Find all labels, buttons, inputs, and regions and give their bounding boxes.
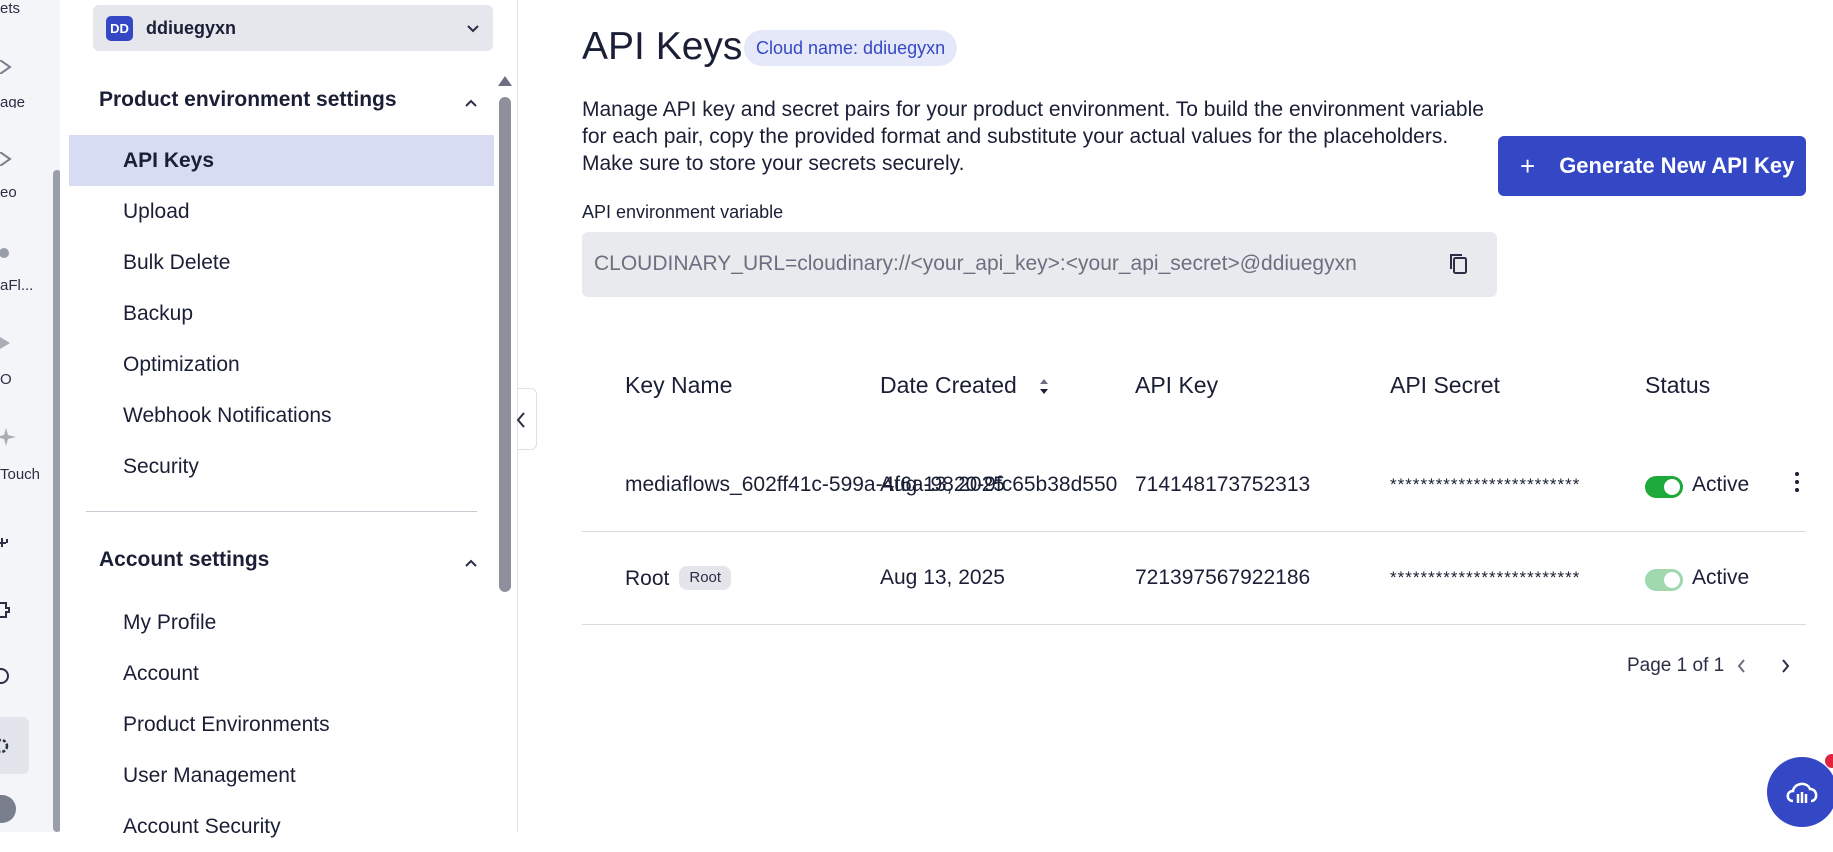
- video-icon: [0, 152, 12, 166]
- main-content: API Keys Cloud name: ddiuegyxn Manage AP…: [519, 0, 1833, 832]
- sidebar-scrollbar-thumb[interactable]: [499, 97, 511, 592]
- column-header-api-key: API Key: [1135, 372, 1219, 398]
- prev-page-icon[interactable]: [1734, 657, 1750, 675]
- chevron-up-icon: [465, 559, 477, 567]
- root-tag: Root: [679, 566, 732, 590]
- help-icon[interactable]: [0, 667, 12, 685]
- column-header-api-secret: API Secret: [1390, 372, 1500, 398]
- api-secret-cell[interactable]: *************************: [1390, 568, 1595, 588]
- nav-item-bulk-delete[interactable]: Bulk Delete: [69, 237, 494, 288]
- environment-selector[interactable]: DD ddiuegyxn: [93, 5, 493, 51]
- cloud-name-badge: Cloud name: ddiuegyxn: [744, 30, 958, 66]
- date-created-cell: Aug 13, 2025: [880, 473, 1005, 496]
- section-title: Account settings: [99, 548, 270, 571]
- rail-item-image[interactable]: age: [0, 58, 52, 108]
- status-toggle[interactable]: [1645, 569, 1683, 591]
- row-divider: [582, 624, 1806, 625]
- rail-item-label: O: [0, 371, 12, 388]
- rail-item-video[interactable]: eo: [0, 150, 52, 200]
- api-secret-cell[interactable]: *************************: [1390, 475, 1595, 495]
- key-name-cell: mediaflows_602ff41c-599a-4f6a-9820-9fc65…: [625, 473, 1118, 496]
- divider: [86, 511, 477, 512]
- nav-item-backup[interactable]: Backup: [69, 288, 494, 339]
- env-var-field[interactable]: CLOUDINARY_URL=cloudinary://<your_api_ke…: [582, 232, 1497, 297]
- status-label: Active: [1692, 473, 1750, 496]
- env-var-value: CLOUDINARY_URL=cloudinary://<your_api_ke…: [594, 252, 1357, 275]
- row-menu-icon[interactable]: [1794, 472, 1800, 494]
- sort-icon[interactable]: [1038, 375, 1050, 399]
- rail-item-diamond[interactable]: O: [0, 336, 52, 388]
- avatar[interactable]: [0, 795, 16, 823]
- diamond-icon: [0, 337, 10, 349]
- rail-item-assets[interactable]: ets: [0, 0, 52, 17]
- pagination-label: Page 1 of 1: [1627, 655, 1725, 676]
- key-name-text: Root: [625, 567, 670, 590]
- page-title: API Keys: [582, 25, 743, 68]
- chevron-up-icon: [465, 99, 477, 107]
- column-header-key-name: Key Name: [625, 372, 733, 398]
- nav-item-account[interactable]: Account: [69, 648, 494, 699]
- nav-item-product-environments[interactable]: Product Environments: [69, 699, 494, 750]
- page-description: Manage API key and secret pairs for your…: [582, 98, 1484, 175]
- column-header-status: Status: [1645, 372, 1711, 398]
- section-title: Product environment settings: [99, 88, 397, 111]
- icon-rail: ets age eo aFl... O Touch: [0, 0, 61, 832]
- api-key-cell[interactable]: 721397567922186: [1135, 566, 1310, 590]
- rail-item-label: aFl...: [0, 277, 34, 294]
- rail-item-settings[interactable]: [0, 717, 29, 774]
- add-user-icon[interactable]: [0, 535, 14, 551]
- environment-name: ddiuegyxn: [146, 18, 237, 38]
- rail-item-mediaflows[interactable]: aFl...: [0, 242, 52, 294]
- button-label: Generate New API Key: [1559, 153, 1795, 178]
- rail-item-label: ets: [0, 0, 21, 17]
- generate-api-key-button[interactable]: + Generate New API Key: [1498, 136, 1806, 196]
- gear-icon: [0, 738, 9, 754]
- key-name-cell: Root Root: [625, 566, 732, 591]
- product-settings-header[interactable]: Product environment settings: [99, 88, 479, 118]
- account-settings-header[interactable]: Account settings: [99, 548, 479, 578]
- rail-item-label: age: [0, 94, 26, 108]
- nav-item-security[interactable]: Security: [69, 441, 494, 492]
- nav-item-upload[interactable]: Upload: [69, 186, 494, 237]
- cloud-icon: [1786, 782, 1818, 803]
- rail-item-touch[interactable]: Touch: [0, 428, 52, 482]
- support-chat-button[interactable]: [1767, 757, 1833, 827]
- plus-icon: +: [1520, 150, 1536, 181]
- copy-icon[interactable]: [1448, 252, 1470, 276]
- nav-item-my-profile[interactable]: My Profile: [69, 597, 494, 648]
- image-icon: [0, 60, 12, 74]
- settings-sidebar: DD ddiuegyxn Product environment setting…: [60, 0, 518, 838]
- environment-avatar: DD: [106, 16, 133, 41]
- sparkle-icon: [0, 428, 16, 446]
- column-header-date-created[interactable]: Date Created: [880, 372, 1017, 399]
- rail-item-label: Touch: [0, 466, 41, 482]
- nav-item-user-management[interactable]: User Management: [69, 750, 494, 801]
- nav-item-optimization[interactable]: Optimization: [69, 339, 494, 390]
- puzzle-icon[interactable]: [0, 601, 12, 619]
- row-divider: [582, 531, 1806, 532]
- nav-item-webhook-notifications[interactable]: Webhook Notifications: [69, 390, 494, 441]
- nav-item-api-keys[interactable]: API Keys: [69, 135, 494, 186]
- date-created-cell: Aug 13, 2025: [880, 566, 1005, 589]
- mediaflows-icon: [0, 248, 9, 258]
- nav-item-account-security[interactable]: Account Security: [69, 801, 494, 852]
- scroll-up-arrow[interactable]: [498, 76, 512, 86]
- api-key-cell[interactable]: 714148173752313: [1135, 473, 1310, 497]
- status-toggle[interactable]: [1645, 476, 1683, 498]
- status-label: Active: [1692, 566, 1750, 589]
- chevron-down-icon: [467, 25, 479, 33]
- rail-item-label: eo: [0, 184, 17, 200]
- env-var-label: API environment variable: [582, 202, 784, 222]
- next-page-icon[interactable]: [1777, 657, 1793, 675]
- notification-badge: [1825, 754, 1833, 768]
